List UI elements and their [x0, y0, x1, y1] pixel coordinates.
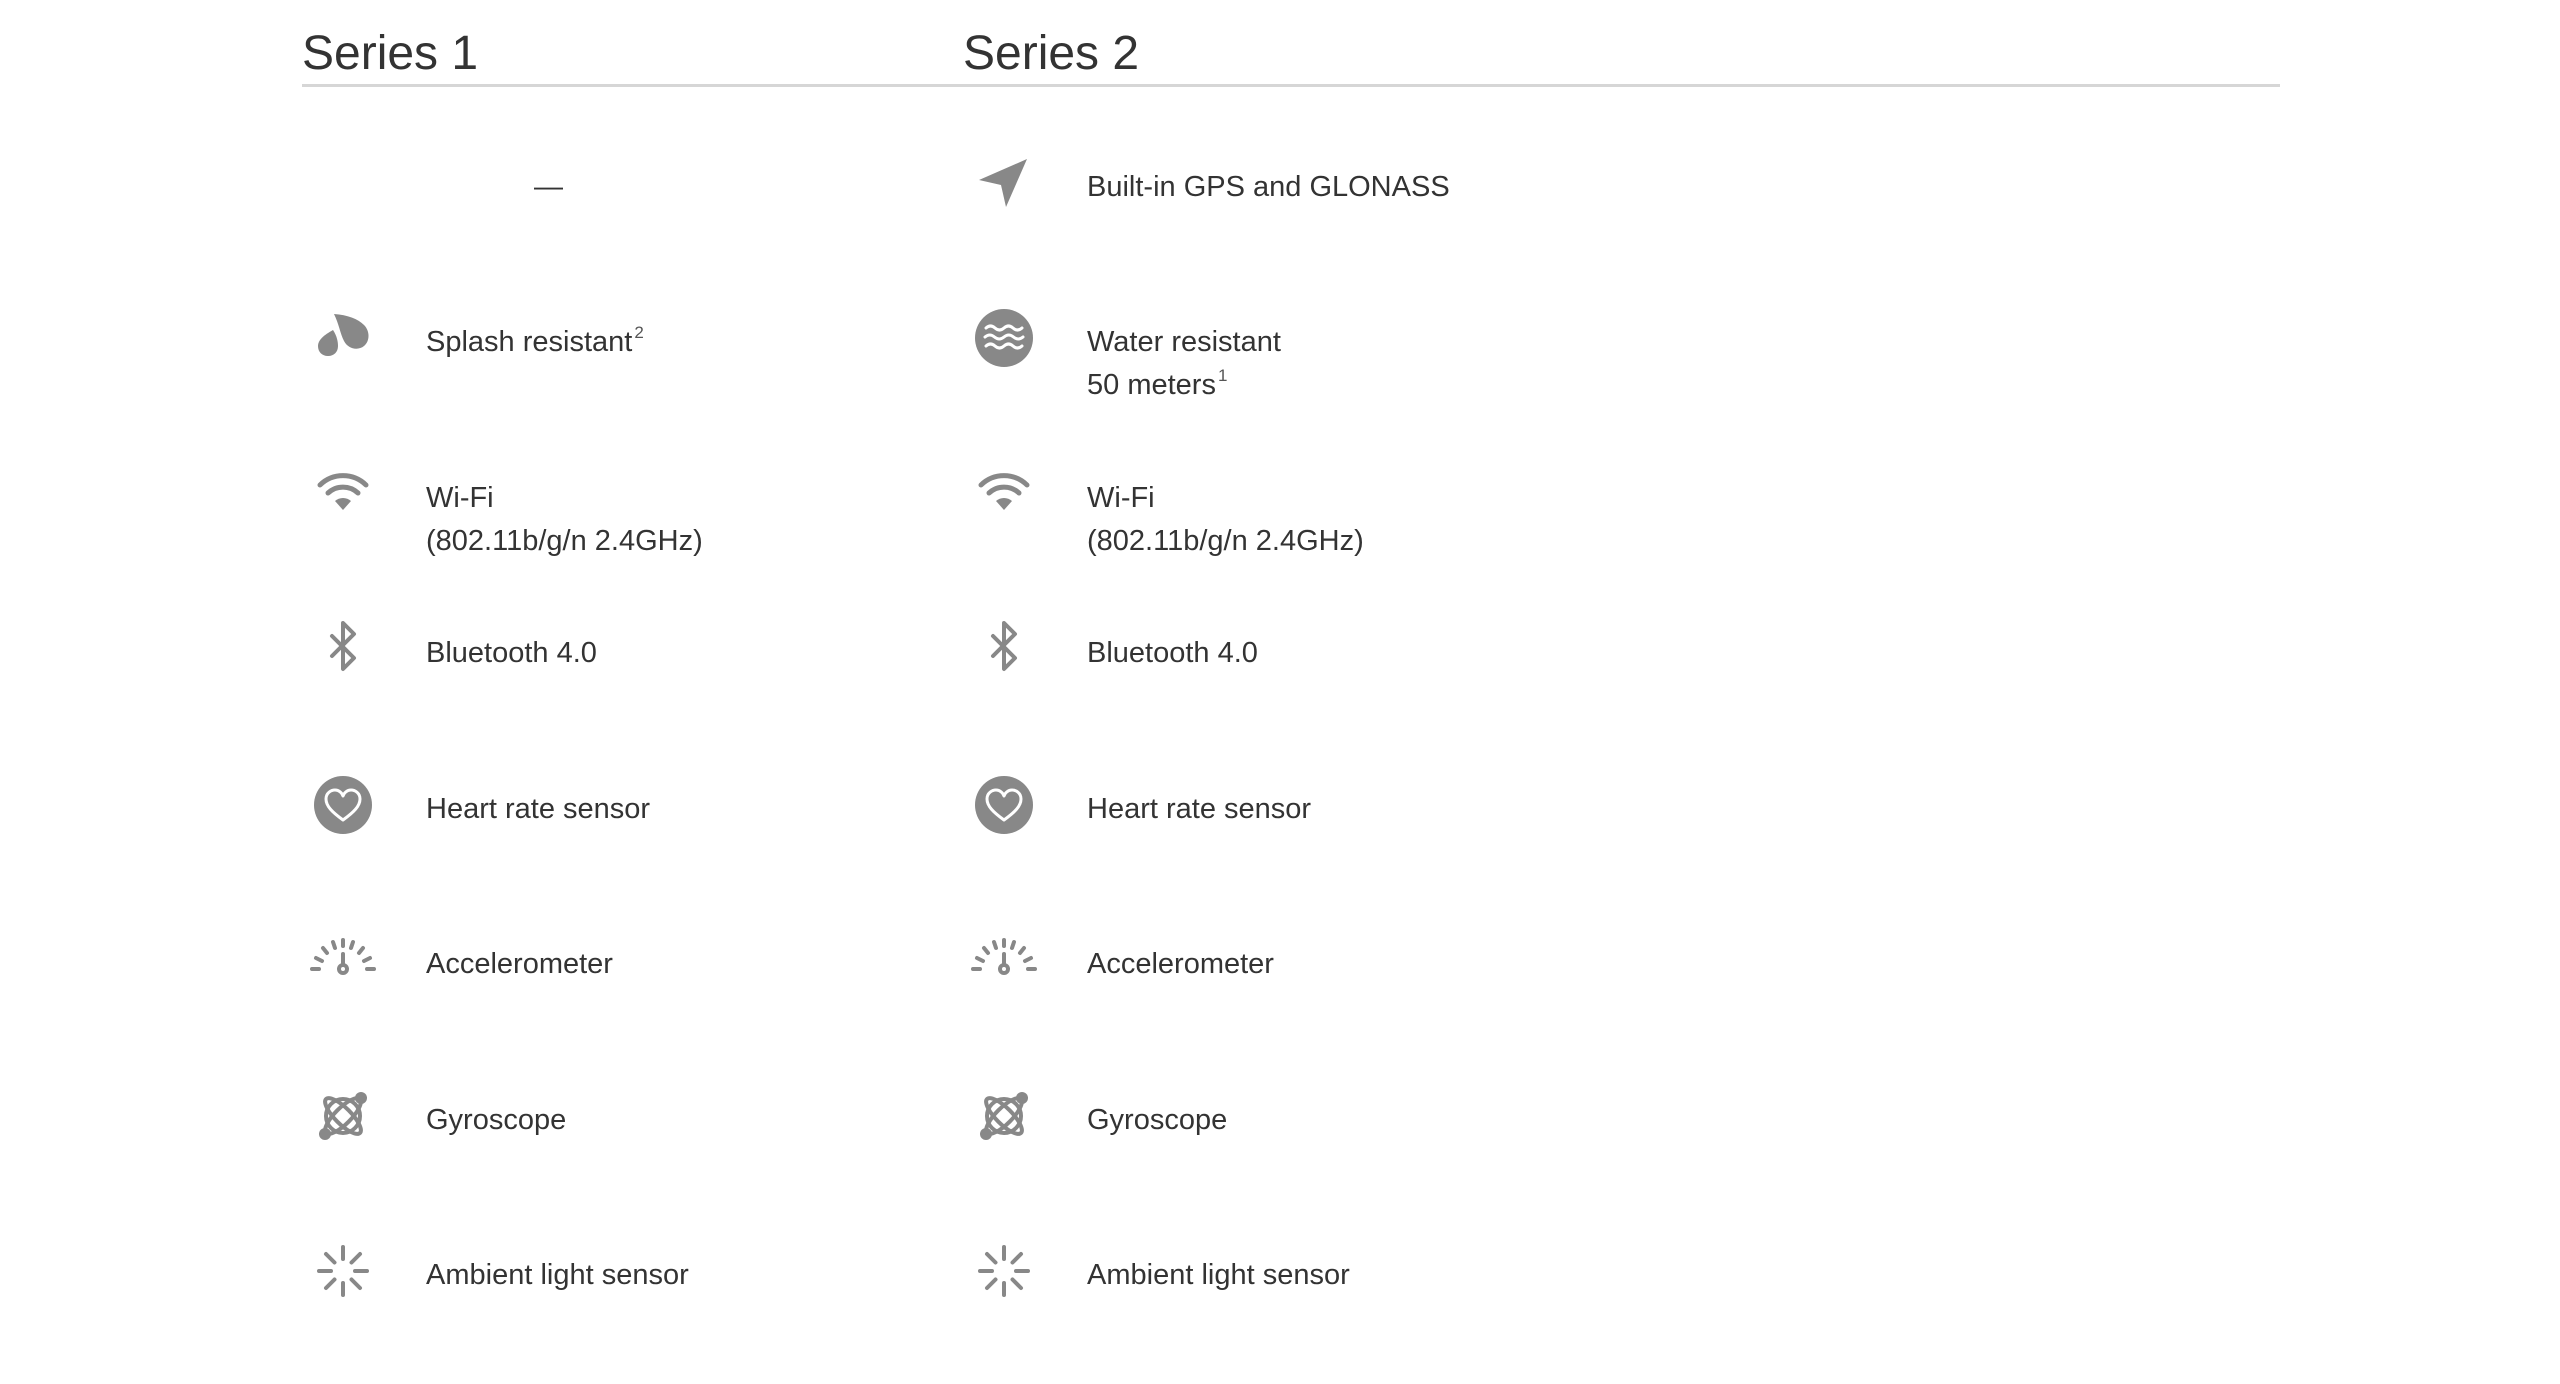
row-bluetooth: Bluetooth 4.0 Bluetooth 4.0: [302, 618, 2280, 728]
bluetooth-icon: [971, 616, 1037, 682]
cell-series-1-gps: —: [302, 152, 942, 262]
comparison-table: Series 1 Series 2 — Built-in GPS and GLO…: [302, 0, 2280, 1384]
feature-label-line1: Wi-Fi: [1087, 482, 1155, 514]
feature-label: Splash resistant 2: [426, 321, 644, 364]
row-gps: — Built-in GPS and GLONASS: [302, 152, 2280, 262]
bluetooth-icon: [310, 616, 376, 682]
cell-series-2-accelerometer: Accelerometer: [963, 929, 1603, 1039]
row-water-resistance: Splash resistant 2 Water resistant 50 met…: [302, 307, 2280, 417]
feature-label: Ambient light sensor: [1087, 1254, 1350, 1297]
feature-label-line1: Wi-Fi: [426, 482, 494, 514]
row-wifi: Wi-Fi (802.11b/g/n 2.4GHz) Wi-Fi (802.11…: [302, 463, 2280, 573]
cell-series-2-gps: Built-in GPS and GLONASS: [963, 152, 1603, 262]
feature-label: Heart rate sensor: [426, 788, 650, 831]
cell-series-1-bluetooth: Bluetooth 4.0: [302, 618, 942, 728]
splash-drops-icon: [310, 305, 376, 371]
feature-label: Accelerometer: [426, 943, 613, 986]
cell-series-1-heart-rate: Heart rate sensor: [302, 774, 942, 884]
feature-label-line1: Ambient light sensor: [1087, 1259, 1350, 1291]
accelerometer-gauge-icon: [310, 927, 376, 993]
feature-label-line1: Accelerometer: [1087, 948, 1274, 980]
gyroscope-icon: [971, 1083, 1037, 1149]
footnote-marker[interactable]: 1: [1218, 366, 1227, 385]
heart-rate-icon: [310, 772, 376, 838]
location-arrow-icon: [971, 150, 1037, 216]
cell-series-2-wifi: Wi-Fi (802.11b/g/n 2.4GHz): [963, 463, 1603, 573]
cell-series-2-ambient-light: Ambient light sensor: [963, 1240, 1603, 1350]
feature-label-line1: Accelerometer: [426, 948, 613, 980]
feature-label-line1: Gyroscope: [1087, 1104, 1228, 1136]
cell-series-2-bluetooth: Bluetooth 4.0: [963, 618, 1603, 728]
feature-label: Built-in GPS and GLONASS: [1087, 166, 1450, 209]
gyroscope-icon: [310, 1083, 376, 1149]
footnote-marker[interactable]: 2: [634, 323, 643, 342]
row-accelerometer: Accelerometer Accelerometer: [302, 929, 2280, 1039]
cell-series-1-water: Splash resistant 2: [302, 307, 942, 417]
ambient-light-icon: [971, 1238, 1037, 1304]
column-header-series-2: Series 2: [963, 27, 1140, 80]
feature-label-line1: Heart rate sensor: [426, 793, 651, 825]
feature-label: Bluetooth 4.0: [1087, 632, 1258, 675]
not-available-dash: —: [534, 171, 563, 203]
row-ambient-light: Ambient light sensor Ambient light senso…: [302, 1240, 2280, 1350]
feature-label-line1: Bluetooth 4.0: [1087, 637, 1258, 669]
column-header-series-1: Series 1: [302, 27, 479, 80]
cell-series-2-water: Water resistant 50 meters 1: [963, 307, 1603, 417]
feature-label-line2: 50 meters 1: [1087, 366, 1228, 401]
feature-label-line1: Ambient light sensor: [426, 1259, 689, 1291]
feature-label-line1: Splash resistant 2: [426, 323, 644, 358]
wifi-icon: [971, 461, 1037, 527]
feature-label-line1: Bluetooth 4.0: [426, 637, 597, 669]
cell-series-2-gyroscope: Gyroscope: [963, 1085, 1603, 1195]
feature-label-line2: (802.11b/g/n 2.4GHz): [1087, 525, 1364, 557]
feature-label: Wi-Fi (802.11b/g/n 2.4GHz): [426, 477, 703, 563]
cell-series-1-wifi: Wi-Fi (802.11b/g/n 2.4GHz): [302, 463, 942, 573]
water-waves-icon: [971, 305, 1037, 371]
row-heart-rate: Heart rate sensor Heart rate sensor: [302, 774, 2280, 884]
ambient-light-icon: [310, 1238, 376, 1304]
feature-label-line1: Gyroscope: [426, 1104, 567, 1136]
accelerometer-gauge-icon: [971, 927, 1037, 993]
cell-series-1-gyroscope: Gyroscope: [302, 1085, 942, 1195]
feature-label: Wi-Fi (802.11b/g/n 2.4GHz): [1087, 477, 1364, 563]
feature-label: Ambient light sensor: [426, 1254, 689, 1297]
feature-label-line1: Built-in GPS and GLONASS: [1087, 171, 1450, 203]
feature-label: Gyroscope: [1087, 1099, 1227, 1142]
feature-label: Gyroscope: [426, 1099, 566, 1142]
feature-label: Water resistant 50 meters 1: [1087, 321, 1281, 407]
heart-rate-icon: [971, 772, 1037, 838]
column-headers: Series 1 Series 2: [302, 26, 2280, 87]
feature-label: Bluetooth 4.0: [426, 632, 597, 675]
row-gyroscope: Gyroscope Gyroscope: [302, 1085, 2280, 1195]
cell-series-1-ambient-light: Ambient light sensor: [302, 1240, 942, 1350]
feature-label-line1: Heart rate sensor: [1087, 793, 1312, 825]
cell-series-1-accelerometer: Accelerometer: [302, 929, 942, 1039]
cell-series-2-heart-rate: Heart rate sensor: [963, 774, 1603, 884]
feature-label: Heart rate sensor: [1087, 788, 1311, 831]
feature-label-line2: (802.11b/g/n 2.4GHz): [426, 525, 703, 557]
feature-label-line1: Water resistant: [1087, 326, 1281, 358]
wifi-icon: [310, 461, 376, 527]
feature-label: Accelerometer: [1087, 943, 1274, 986]
